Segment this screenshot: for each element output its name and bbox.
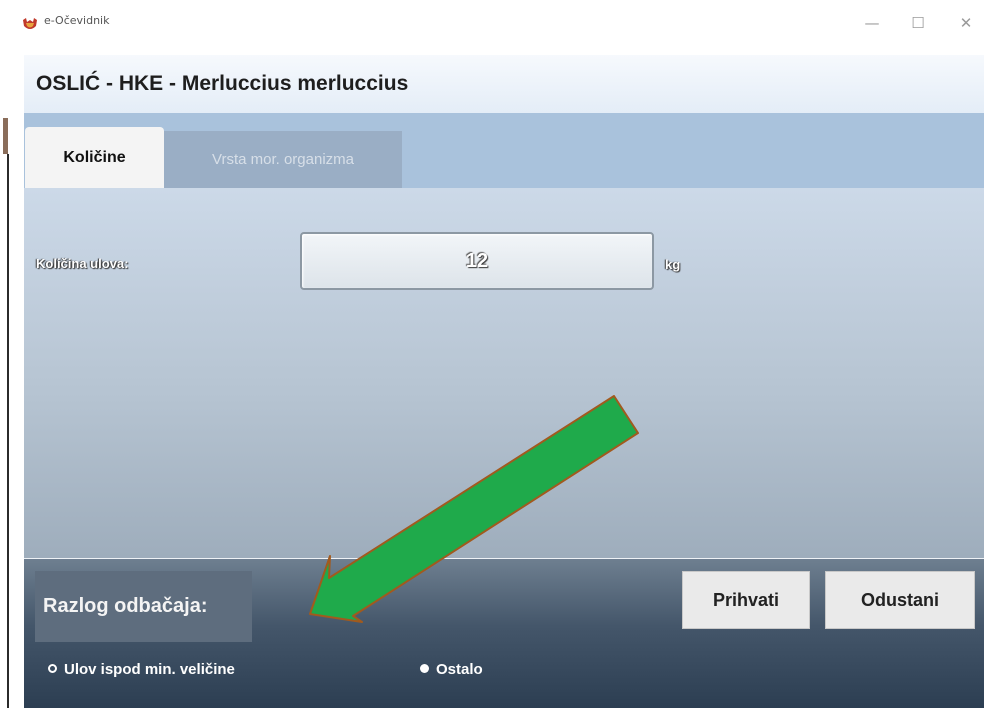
- quantity-unit: kg: [665, 257, 681, 272]
- tab-vrsta-organizma-label: Vrsta mor. organizma: [212, 151, 354, 168]
- discard-reason-label: Razlog odbačaja:: [43, 595, 208, 617]
- app-logo-icon: [23, 18, 37, 29]
- quantity-label: Količina ulova:: [36, 256, 129, 271]
- cancel-button[interactable]: Odustani: [825, 571, 975, 629]
- quantity-input[interactable]: 12: [300, 232, 654, 290]
- radio-option-label: Ulov ispod min. veličine: [64, 661, 235, 678]
- close-button[interactable]: ✕: [952, 10, 980, 36]
- header-bar: OSLIĆ - HKE - Merluccius merluccius: [24, 55, 984, 113]
- radio-option-label: Ostalo: [436, 661, 483, 678]
- footer-panel: Razlog odbačaja: Prihvati Odustani Ulov …: [24, 559, 984, 708]
- title-bar: e-Očevidnik — ☐ ✕: [0, 0, 984, 44]
- minimize-button[interactable]: —: [858, 10, 886, 36]
- radio-option-below-min-size[interactable]: Ulov ispod min. veličine: [48, 661, 235, 678]
- radio-selected-icon: [420, 664, 429, 673]
- maximize-button[interactable]: ☐: [904, 10, 932, 36]
- radio-option-other[interactable]: Ostalo: [420, 661, 483, 678]
- radio-unselected-icon: [48, 664, 57, 673]
- quantity-panel: Količina ulova: 12 kg: [24, 188, 984, 558]
- page-title: OSLIĆ - HKE - Merluccius merluccius: [36, 72, 409, 95]
- app-title: e-Očevidnik: [44, 14, 110, 27]
- window-left-edge: [0, 44, 9, 708]
- tab-strip: Količine Vrsta mor. organizma: [24, 113, 984, 188]
- tab-kolicine[interactable]: Količine: [25, 127, 164, 188]
- tab-kolicine-label: Količine: [63, 149, 126, 166]
- accept-button[interactable]: Prihvati: [682, 571, 810, 629]
- tab-vrsta-organizma[interactable]: Vrsta mor. organizma: [164, 131, 402, 188]
- discard-reason-box: Razlog odbačaja:: [35, 571, 252, 642]
